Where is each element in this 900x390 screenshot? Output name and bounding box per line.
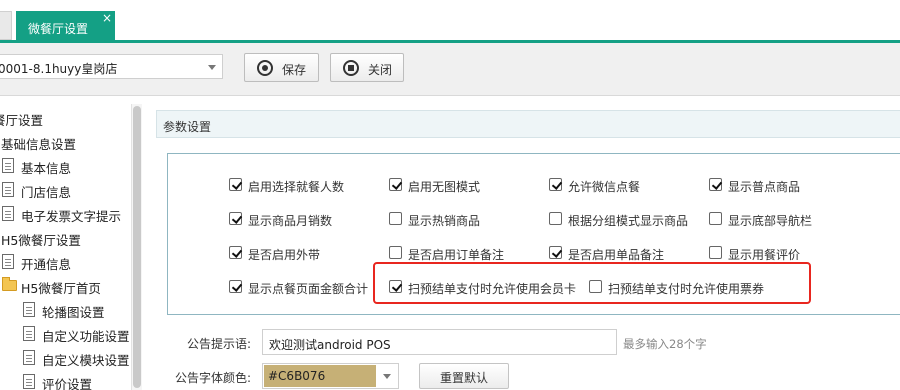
tree-item-label: 自定义功能设置 [42,329,130,344]
highlight-box [373,262,811,304]
tree-item-label: 餐厅设置 [0,113,44,128]
notice-input[interactable]: 欢迎测试android POS [262,329,617,355]
checkbox[interactable] [389,212,402,225]
option-label: 显示普点商品 [728,180,801,194]
tree-item-label: 基础信息设置 [1,137,77,152]
toolbar: 0001-8.1huyy皇岗店 保存 关闭 [0,43,900,96]
chevron-down-icon [383,374,391,379]
params-section-header: 参数设置 [156,110,900,138]
option-label: 启用选择就餐人数 [248,180,345,194]
option-label: 启用无图模式 [408,180,481,194]
option-label: 显示底部导航栏 [728,214,813,228]
document-icon [2,254,14,269]
tree-item-label: 开通信息 [21,257,72,272]
params-section-title: 参数设置 [163,120,212,134]
option-label: 是否启用单品备注 [568,248,665,262]
checkbox[interactable] [549,178,562,191]
font-color-label: 公告字体颜色: [175,371,252,385]
tree-item-label: H5微餐厅首页 [21,281,101,296]
checkbox[interactable] [709,178,722,191]
option-label: 显示商品月销数 [248,214,333,228]
option-label: 是否启用订单备注 [408,248,505,262]
tab-previous[interactable] [0,11,12,40]
color-swatch: #C6B076 [264,365,376,387]
font-color-value: #C6B076 [268,369,326,383]
stop-icon [343,60,359,76]
document-icon [23,302,35,317]
save-icon [257,60,273,76]
option-label: 是否启用外带 [248,248,321,262]
checkbox[interactable] [709,246,722,259]
document-icon [2,206,14,221]
reset-default-button[interactable]: 重置默认 [419,363,509,389]
option-label: 根据分组模式显示商品 [568,214,689,228]
checkbox[interactable] [229,178,242,191]
settings-tree: 餐厅设置 基础信息设置 基本信息 门店信息 电子发票文字提示 H5微餐厅设置 开… [0,104,131,390]
save-button-label: 保存 [282,63,307,77]
document-icon [23,326,35,341]
option-label: 显示用餐评价 [728,248,801,262]
tab-strip: 微餐厅设置 × [0,0,900,43]
tree-item-label: 评价设置 [42,377,93,390]
tree-item-label: 基本信息 [21,161,72,176]
tree-item-label: 轮播图设置 [42,305,105,320]
chevron-down-icon [208,65,216,70]
folder-icon [2,277,17,291]
checkbox[interactable] [229,212,242,225]
option-label: 显示热销商品 [408,214,481,228]
option-label: 允许微信点餐 [568,180,641,194]
tab-label: 微餐厅设置 [28,22,89,36]
close-icon[interactable]: × [102,12,112,24]
checkbox[interactable] [229,246,242,259]
reset-default-label: 重置默认 [439,371,488,385]
checkbox[interactable] [549,246,562,259]
notice-input-value: 欢迎测试android POS [269,338,391,352]
sidebar-scrollbar[interactable] [131,104,142,390]
checkbox[interactable] [549,212,562,225]
store-select-value: 0001-8.1huyy皇岗店 [0,62,118,76]
tree-item-label: 电子发票文字提示 [21,209,122,224]
notice-label: 公告提示语: [187,337,252,351]
option-label: 显示点餐页面金额合计 [248,282,369,296]
checkbox[interactable] [389,178,402,191]
document-icon [2,158,14,173]
document-icon [23,374,35,389]
font-color-select[interactable]: #C6B076 [262,363,399,389]
tab-weicanting-settings[interactable]: 微餐厅设置 × [16,11,115,43]
document-icon [23,350,35,365]
checkbox[interactable] [709,212,722,225]
tree-item-label: 门店信息 [21,185,72,200]
close-button-label: 关闭 [368,63,393,77]
checkbox[interactable] [389,246,402,259]
notice-hint: 最多输入28个字 [623,337,707,351]
scrollbar-thumb[interactable] [133,106,141,388]
tree-item-label: H5微餐厅设置 [1,233,81,248]
close-button[interactable]: 关闭 [330,53,404,82]
checkbox[interactable] [229,280,242,293]
store-select[interactable]: 0001-8.1huyy皇岗店 [0,54,223,79]
save-button[interactable]: 保存 [244,53,319,82]
document-icon [2,182,14,197]
tree-item-label: 自定义模块设置 [42,353,130,368]
